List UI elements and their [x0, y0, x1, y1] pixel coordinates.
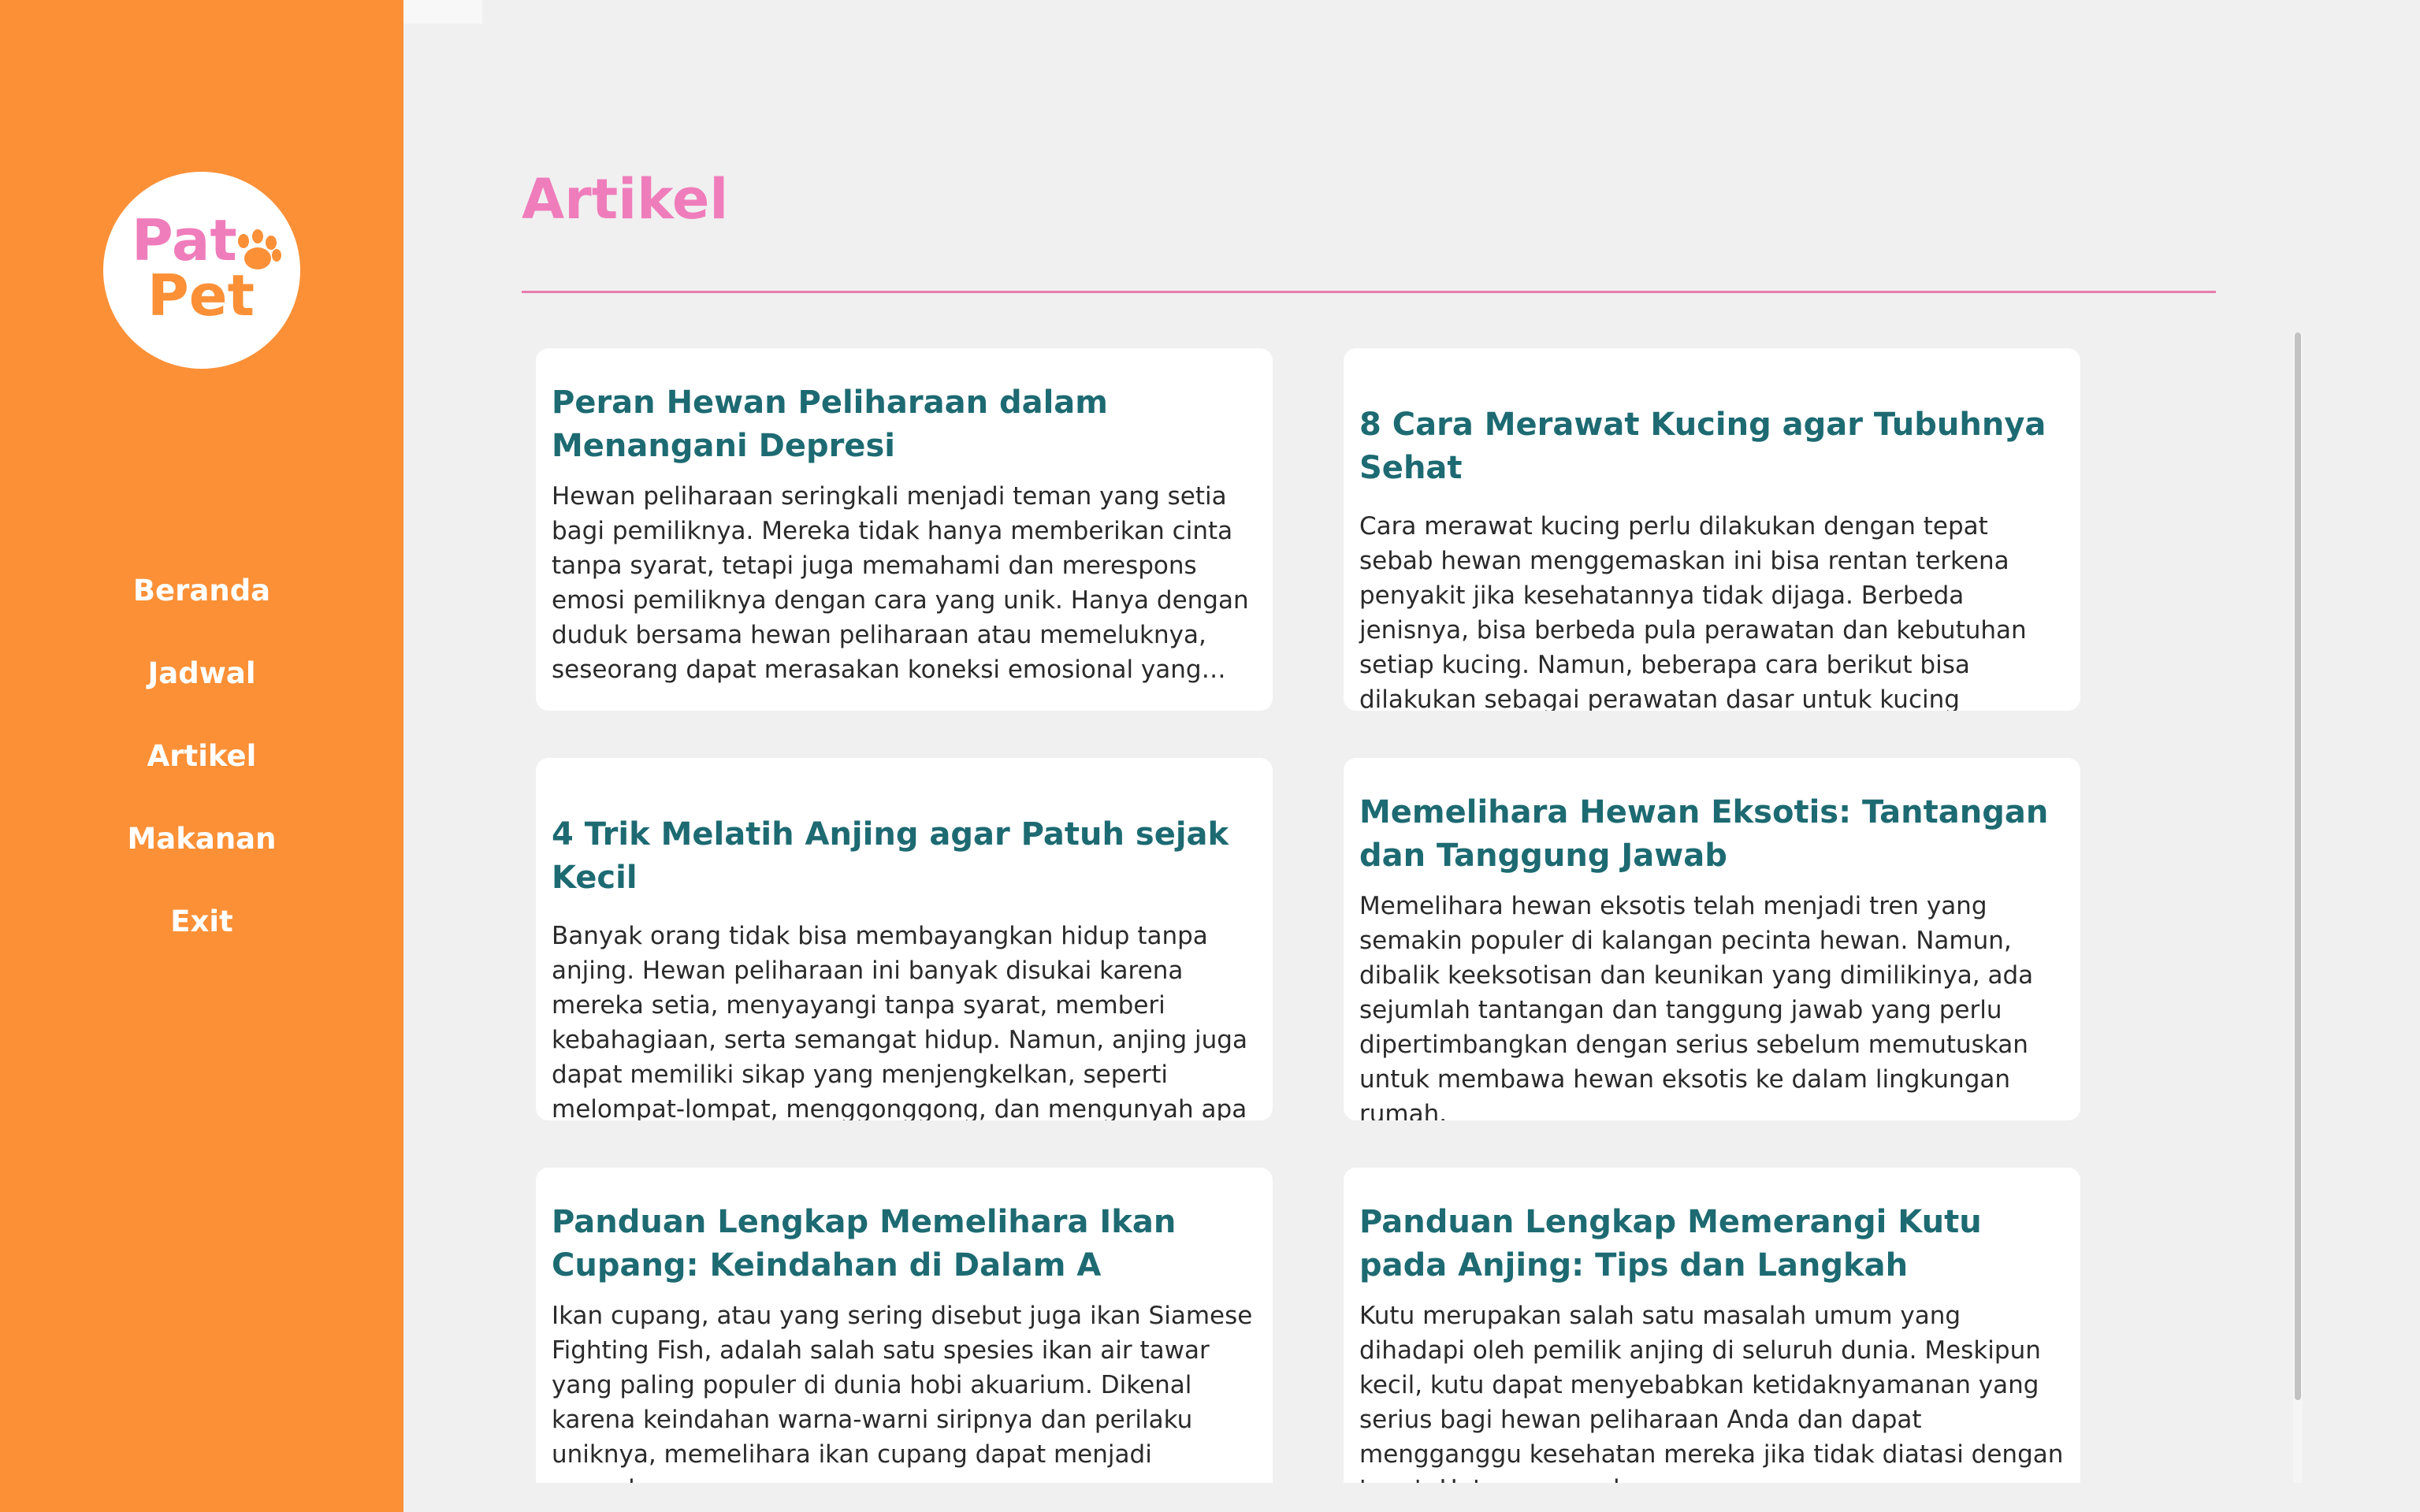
article-title[interactable]: 8 Cara Merawat Kucing agar Tubuhnya Seha… — [1359, 403, 2065, 490]
nav-item-jadwal[interactable]: Jadwal — [0, 634, 403, 717]
svg-text:Pet: Pet — [147, 262, 255, 329]
nav-item-makanan[interactable]: Makanan — [0, 800, 403, 882]
top-strip — [403, 0, 482, 24]
patpet-logo[interactable]: Pat Pet — [103, 172, 300, 369]
article-excerpt: Memelihara hewan eksotis telah menjadi t… — [1359, 892, 2034, 1120]
articles-list[interactable]: Peran Hewan Peliharaan dalam Menangani D… — [522, 331, 2303, 1483]
article-title[interactable]: Panduan Lengkap Memerangi Kutu pada Anji… — [1359, 1201, 2065, 1287]
scrollbar-thumb[interactable] — [2295, 332, 2301, 1400]
paw-logo-icon: Pat Pet — [132, 207, 281, 329]
sidebar-nav: Beranda Jadwal Artikel Makanan Exit — [0, 552, 403, 965]
article-title[interactable]: Peran Hewan Peliharaan dalam Menangani D… — [552, 381, 1257, 468]
article-title[interactable]: Panduan Lengkap Memelihara Ikan Cupang: … — [552, 1201, 1257, 1287]
article-excerpt: Banyak orang tidak bisa membayangkan hid… — [552, 922, 1247, 1120]
article-title[interactable]: 4 Trik Melatih Anjing agar Patuh sejak K… — [552, 813, 1257, 900]
article-excerpt: Hewan peliharaan seringkali menjadi tema… — [552, 482, 1249, 684]
article-card[interactable]: 4 Trik Melatih Anjing agar Patuh sejak K… — [536, 758, 1273, 1120]
article-excerpt: Cara merawat kucing perlu dilakukan deng… — [1359, 512, 2027, 711]
page-title: Artikel — [522, 167, 729, 232]
article-card[interactable]: Peran Hewan Peliharaan dalam Menangani D… — [536, 348, 1273, 711]
article-card[interactable]: Memelihara Hewan Eksotis: Tantangan dan … — [1344, 758, 2080, 1120]
articles-scrollbar[interactable] — [2293, 332, 2303, 1483]
nav-item-artikel[interactable]: Artikel — [0, 717, 403, 800]
article-title[interactable]: Memelihara Hewan Eksotis: Tantangan dan … — [1359, 791, 2065, 878]
sidebar: Pat Pet Beranda Jadwal Artikel Makanan E… — [0, 0, 403, 1512]
nav-item-exit[interactable]: Exit — [0, 882, 403, 965]
title-divider — [522, 291, 2216, 293]
nav-item-beranda[interactable]: Beranda — [0, 552, 403, 634]
article-excerpt: Kutu merupakan salah satu masalah umum y… — [1359, 1302, 2064, 1483]
article-card[interactable]: Panduan Lengkap Memelihara Ikan Cupang: … — [536, 1168, 1273, 1483]
content-clip — [403, 1483, 2420, 1512]
article-excerpt: Ikan cupang, atau yang sering disebut ju… — [552, 1302, 1253, 1483]
article-card[interactable]: 8 Cara Merawat Kucing agar Tubuhnya Seha… — [1344, 348, 2080, 711]
articles-grid: Peran Hewan Peliharaan dalam Menangani D… — [536, 348, 2080, 1483]
article-card[interactable]: Panduan Lengkap Memerangi Kutu pada Anji… — [1344, 1168, 2080, 1483]
